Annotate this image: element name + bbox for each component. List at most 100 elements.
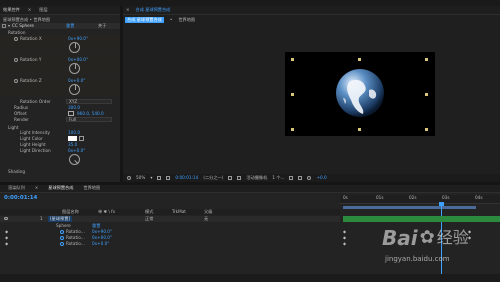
breadcrumb: 星球预置合成 • 世界地图	[3, 17, 51, 22]
close-icon[interactable]: ×	[28, 7, 32, 12]
camera-select[interactable]: 活动摄像机	[246, 175, 267, 180]
crosshair-icon[interactable]	[68, 111, 74, 116]
light-intensity-value[interactable]: 100.0	[68, 130, 80, 135]
effect-controls-tabs: 效果控件 × 图层	[0, 6, 120, 15]
effect-row-value[interactable]: 0x+90.0°	[92, 229, 112, 234]
layer-mode[interactable]: 正常	[145, 216, 153, 221]
layer-handle[interactable]	[425, 93, 428, 96]
effect-header[interactable]: ▾ CC Sphere 重置 关于	[0, 23, 120, 29]
tab-composition[interactable]: 合成 星球预置合成	[136, 7, 171, 12]
tab-planet-comp[interactable]: 星球预置合成	[48, 186, 73, 190]
collapse-triangle-icon[interactable]: ▾	[8, 24, 10, 28]
layout-icon[interactable]	[289, 176, 294, 180]
work-area-bar[interactable]	[343, 206, 476, 209]
layer-duration-bar[interactable]	[343, 216, 500, 222]
tab-render-queue[interactable]: 渲染队列	[8, 186, 25, 190]
keyframe-nav-icon[interactable]: ◆	[5, 229, 8, 234]
comp-close-icon[interactable]: ×	[126, 7, 130, 12]
light-intensity-label: Light Intensity	[20, 130, 51, 135]
viewer-timecode[interactable]: 0:00:01:14	[175, 175, 198, 180]
reset-exposure-icon[interactable]	[307, 176, 312, 180]
magnifier-icon[interactable]	[127, 176, 131, 180]
timeline-timecode[interactable]: 0:00:01:14	[4, 195, 37, 202]
layer-row[interactable]: 1 [星球预置] 正常 无	[0, 216, 340, 223]
rotation-order-select[interactable]: XYZ	[66, 99, 112, 104]
visibility-eye-icon[interactable]	[4, 217, 8, 220]
layer-handle[interactable]	[358, 128, 361, 131]
time-ruler[interactable]: 0s 01s 02s 03s 04s	[340, 195, 500, 204]
stopwatch-icon[interactable]	[60, 236, 64, 240]
effect-row-value[interactable]: 0x+0.0°	[92, 241, 109, 246]
column-mode[interactable]: 模式	[145, 209, 153, 214]
exposure-value[interactable]: +0.0	[316, 175, 326, 180]
layer-handle[interactable]	[291, 128, 294, 131]
effect-head-reset[interactable]: 重置	[92, 223, 100, 228]
close-icon[interactable]: ×	[35, 186, 39, 190]
layer-handle[interactable]	[291, 58, 294, 61]
layer-handle[interactable]	[425, 128, 428, 131]
light-direction-dial[interactable]	[69, 154, 80, 165]
tab-effect-controls[interactable]: 效果控件	[3, 7, 20, 12]
stopwatch-icon[interactable]	[14, 37, 18, 41]
rotation-z-value[interactable]: 0x+0.0°	[68, 78, 85, 83]
region-icon[interactable]	[228, 176, 233, 180]
keyframe-nav-icon[interactable]: ◆	[5, 241, 8, 246]
light-direction-value[interactable]: 0x+0.0°	[68, 148, 85, 153]
layer-handle[interactable]	[291, 93, 294, 96]
3d-icon[interactable]	[298, 176, 303, 180]
composition-subtabs: 合成 星球预置合成 • 世界地图	[125, 17, 195, 24]
column-trkmat[interactable]: TrkMat	[172, 209, 186, 214]
column-parent[interactable]: 父级	[204, 209, 212, 214]
views-select[interactable]: 1 个...	[272, 175, 284, 180]
light-group-label[interactable]: Light	[8, 125, 18, 130]
shading-group-label[interactable]: Shading	[8, 169, 25, 174]
subtab-comp[interactable]: 合成 星球预置合成	[125, 17, 164, 24]
column-source-name[interactable]: 图层名称	[62, 209, 79, 214]
stopwatch-icon[interactable]	[14, 58, 18, 62]
column-switches[interactable]: 单 ✱ \ fx	[98, 209, 115, 214]
composition-canvas[interactable]	[285, 52, 435, 136]
rotation-x-value[interactable]: 0x+90.0°	[68, 36, 88, 41]
resolution-select[interactable]: (二分之一)	[203, 175, 223, 180]
rotation-y-dial[interactable]	[69, 63, 80, 74]
light-color-swatch[interactable]	[68, 136, 77, 141]
layer-handle[interactable]	[425, 58, 428, 61]
tab-layer[interactable]: 图层	[39, 7, 47, 12]
offset-value[interactable]: 960.0, 540.0	[77, 111, 104, 116]
grid-icon[interactable]	[157, 176, 162, 180]
rotation-x-dial[interactable]	[69, 42, 80, 53]
keyframe-icon[interactable]: ◆	[343, 242, 346, 246]
dropdown-icon[interactable]: ▾	[150, 175, 152, 180]
effect-head-label[interactable]: Sphere	[56, 223, 71, 228]
zoom-select[interactable]: 50%	[136, 175, 145, 180]
fx-toggle-icon[interactable]	[2, 24, 6, 28]
rotation-z-dial[interactable]	[69, 84, 80, 95]
stopwatch-icon[interactable]	[60, 242, 64, 246]
effect-row-value[interactable]: 0x+00.0°	[92, 235, 112, 240]
effect-controls-panel: 效果控件 × 图层 星球预置合成 • 世界地图 ▾ CC Sphere 重置 关…	[0, 6, 120, 182]
keyframe-icon[interactable]: ◆	[343, 230, 346, 234]
layer-handle[interactable]	[358, 58, 361, 61]
render-select[interactable]: Full	[66, 117, 112, 122]
playhead-icon[interactable]	[439, 202, 444, 206]
camera-snapshot-icon[interactable]	[166, 176, 171, 180]
tab-world-map[interactable]: 世界地图	[83, 186, 100, 190]
stopwatch-icon[interactable]	[60, 230, 64, 234]
about-link[interactable]: 关于	[98, 23, 106, 28]
keyframe-nav-icon[interactable]: ◆	[5, 235, 8, 240]
light-height-value[interactable]: 35.0	[68, 142, 77, 147]
layer-name[interactable]: [星球预置]	[48, 216, 73, 223]
ruler-mark: 01s	[376, 195, 384, 200]
rotation-y-value[interactable]: 0x+00.0°	[68, 57, 88, 62]
keyframe-icon[interactable]: ◆	[343, 236, 346, 240]
subtab-world-map[interactable]: 世界地图	[178, 17, 195, 22]
layer-parent[interactable]: 无	[204, 216, 208, 221]
stopwatch-icon[interactable]	[14, 79, 18, 83]
eyedropper-icon[interactable]	[79, 136, 84, 141]
ruler-mark: 04s	[475, 195, 483, 200]
effect-name: CC Sphere	[12, 22, 34, 28]
render-label: Render	[14, 117, 29, 122]
radius-value[interactable]: 300.0	[68, 105, 80, 110]
transparency-grid-icon[interactable]	[237, 176, 242, 180]
reset-link[interactable]: 重置	[66, 23, 74, 28]
